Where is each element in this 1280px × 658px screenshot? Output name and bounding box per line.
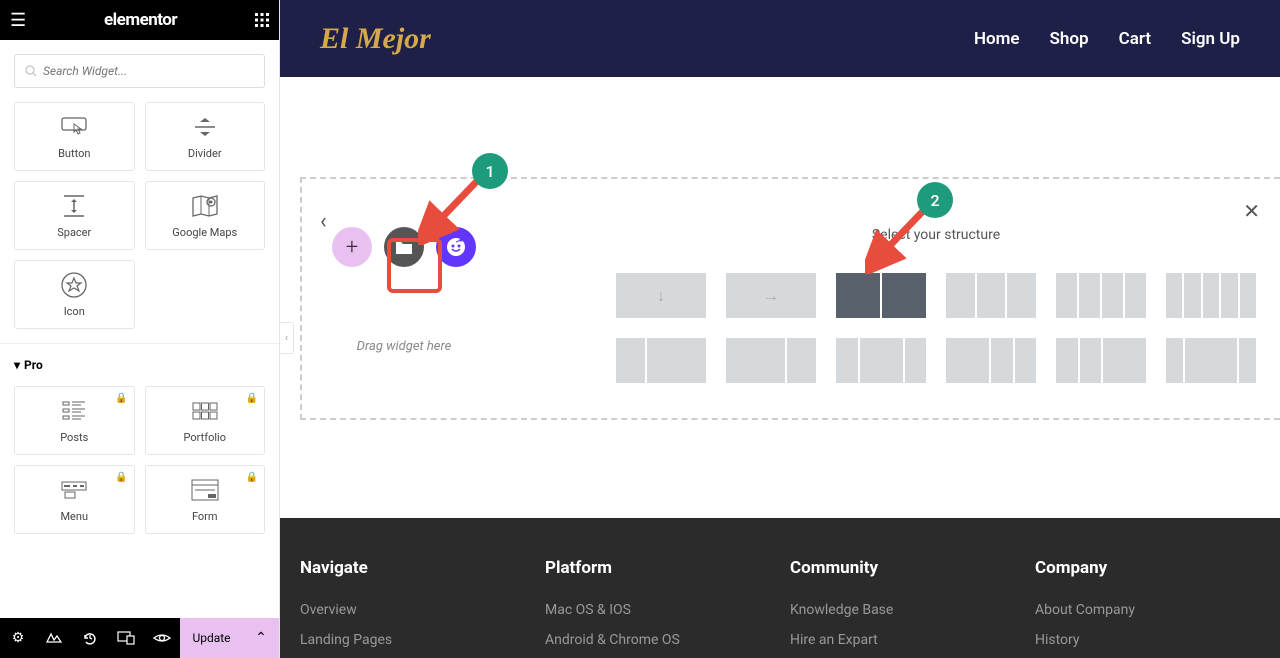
structure-title: Select your structure — [616, 227, 1256, 243]
footer-col-company: Company About Company History — [1035, 558, 1260, 658]
nav-shop[interactable]: Shop — [1050, 29, 1089, 49]
widget-button[interactable]: Button — [14, 102, 135, 171]
footer-link[interactable]: Hire an Expart — [790, 632, 1015, 648]
annotation-badge-1: 1 — [472, 153, 508, 189]
footer-link[interactable]: Knowledge Base — [790, 602, 1015, 618]
widget-menu[interactable]: 🔒 Menu — [14, 465, 135, 534]
menu-widget-icon — [61, 476, 87, 504]
widget-portfolio[interactable]: 🔒 Portfolio — [145, 386, 266, 455]
apps-icon[interactable] — [255, 13, 269, 27]
widget-spacer[interactable]: Spacer — [14, 181, 135, 250]
site-nav: Home Shop Cart Sign Up — [974, 29, 1240, 49]
spacer-icon — [61, 192, 87, 220]
structure-50-25-25[interactable] — [946, 338, 1036, 383]
map-icon — [191, 192, 219, 220]
structure-grid: ↓ → — [616, 273, 1256, 383]
sidebar-header: ☰ elementor — [0, 0, 279, 40]
widget-divider[interactable]: Divider — [145, 102, 266, 171]
structure-66-33[interactable] — [726, 338, 816, 383]
widget-google-maps[interactable]: Google Maps — [145, 181, 266, 250]
navigator-icon[interactable] — [36, 618, 72, 658]
footer-link[interactable]: Landing Pages — [300, 632, 525, 648]
elementor-sidebar: ☰ elementor Button Divider Spacer Google… — [0, 0, 280, 658]
footer-link[interactable]: History — [1035, 632, 1260, 648]
lock-icon: 🔒 — [115, 393, 127, 404]
widget-list-pro: 🔒 Posts 🔒 Portfolio 🔒 Menu 🔒 Form — [0, 386, 279, 534]
chevron-down-icon: ▾ — [14, 358, 20, 372]
preview-icon[interactable] — [144, 618, 180, 658]
form-icon — [191, 476, 219, 504]
footer-col-platform: Platform Mac OS & IOS Android & Chrome O… — [545, 558, 770, 658]
nav-signup[interactable]: Sign Up — [1181, 29, 1240, 49]
widget-posts[interactable]: 🔒 Posts — [14, 386, 135, 455]
search-input[interactable] — [43, 64, 254, 78]
posts-icon — [61, 397, 87, 425]
structure-1-arrow[interactable]: → — [726, 273, 816, 318]
footer-link[interactable]: Android & Chrome OS — [545, 632, 770, 648]
widget-list-basic: Button Divider Spacer Google Maps Icon — [0, 102, 279, 329]
chevron-up-icon[interactable]: ⌃ — [243, 618, 279, 658]
search-icon — [25, 65, 37, 77]
drag-widget-hint: Drag widget here — [357, 339, 452, 354]
footer-link[interactable]: About Company — [1035, 602, 1260, 618]
footer-col-navigate: Navigate Overview Landing Pages — [300, 558, 525, 658]
structure-25-25-50[interactable] — [1056, 338, 1146, 383]
annotation-badge-2: 2 — [917, 182, 953, 218]
structure-5[interactable] — [1166, 273, 1256, 318]
search-widget-input[interactable] — [14, 54, 265, 88]
structure-2[interactable] — [836, 273, 926, 318]
editor-canvas: El Mejor Home Shop Cart Sign Up ‹ ✕ + Dr… — [280, 0, 1280, 658]
widget-form[interactable]: 🔒 Form — [145, 465, 266, 534]
structure-4[interactable] — [1056, 273, 1146, 318]
lock-icon: 🔒 — [115, 472, 127, 483]
close-icon[interactable]: ✕ — [1243, 199, 1260, 223]
add-section-button[interactable]: + — [332, 227, 372, 267]
settings-icon[interactable]: ⚙ — [0, 618, 36, 658]
site-logo[interactable]: El Mejor — [320, 22, 431, 56]
site-header: El Mejor Home Shop Cart Sign Up — [280, 0, 1280, 77]
structure-20-60-20[interactable] — [1166, 338, 1256, 383]
widget-icon[interactable]: Icon — [14, 260, 135, 329]
structure-1[interactable]: ↓ — [616, 273, 706, 318]
divider-icon — [192, 113, 218, 141]
site-footer: Navigate Overview Landing Pages Platform… — [280, 518, 1280, 658]
star-icon — [61, 271, 87, 299]
sidebar-footer: ⚙ Update ⌃ — [0, 618, 279, 658]
annotation-arrow-1 — [418, 175, 488, 245]
menu-icon[interactable]: ☰ — [10, 10, 26, 31]
portfolio-icon — [192, 397, 218, 425]
responsive-icon[interactable] — [108, 618, 144, 658]
structure-25-50-25[interactable] — [836, 338, 926, 383]
footer-link[interactable]: Mac OS & IOS — [545, 602, 770, 618]
lock-icon: 🔒 — [246, 393, 258, 404]
structure-33-66[interactable] — [616, 338, 706, 383]
structure-3[interactable] — [946, 273, 1036, 318]
pro-section-header[interactable]: ▾ Pro — [0, 343, 279, 386]
button-icon — [61, 113, 87, 141]
nav-cart[interactable]: Cart — [1119, 29, 1152, 49]
elementor-logo: elementor — [104, 10, 177, 30]
back-icon[interactable]: ‹ — [320, 209, 327, 234]
nav-home[interactable]: Home — [974, 29, 1020, 49]
history-icon[interactable] — [72, 618, 108, 658]
footer-col-community: Community Knowledge Base Hire an Expart — [790, 558, 1015, 658]
annotation-box-1 — [387, 238, 442, 293]
lock-icon: 🔒 — [246, 472, 258, 483]
footer-link[interactable]: Overview — [300, 602, 525, 618]
update-button[interactable]: Update — [180, 618, 243, 658]
